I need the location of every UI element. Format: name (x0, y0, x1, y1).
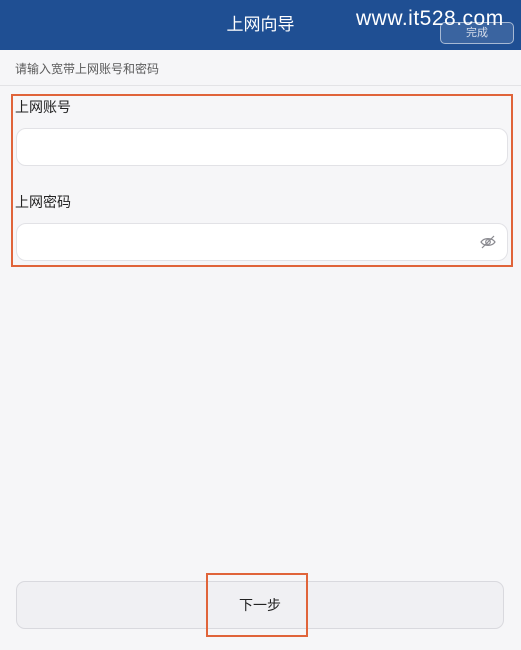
password-input[interactable] (16, 223, 508, 261)
header-bar: 上网向导 完成 www.it528.com (0, 0, 521, 50)
divider (0, 85, 521, 86)
watermark-text: www.it528.com (356, 7, 504, 30)
router-setup-page: 上网向导 完成 www.it528.com 请输入宽带上网账号和密码 上网账号 … (0, 0, 521, 650)
instruction-text: 请输入宽带上网账号和密码 (15, 62, 160, 76)
password-label: 上网密码 (15, 195, 71, 211)
account-label: 上网账号 (15, 100, 71, 116)
next-step-label: 下一步 (239, 598, 281, 614)
account-input[interactable] (16, 128, 508, 166)
next-step-button[interactable]: 下一步 (16, 581, 504, 629)
eye-closed-icon[interactable] (479, 233, 497, 251)
